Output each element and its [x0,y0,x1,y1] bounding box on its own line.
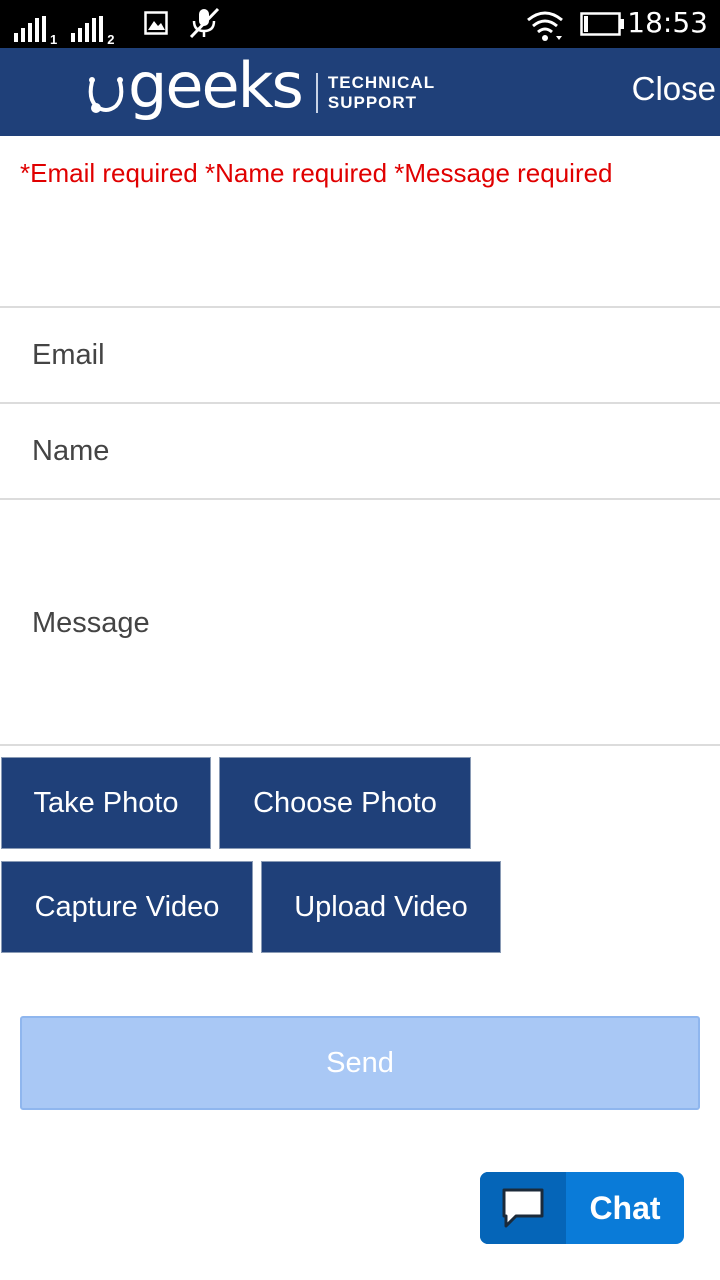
gallery-icon [144,11,168,35]
chat-button[interactable]: Chat [480,1172,684,1244]
take-photo-button[interactable]: Take Photo [1,757,211,849]
capture-video-button[interactable]: Capture Video [1,861,253,953]
name-field[interactable] [0,404,720,498]
logo-subtitle: TECHNICAL SUPPORT [328,73,435,113]
sim1-label: 1 [50,32,58,47]
app-header: geeks TECHNICAL SUPPORT Close [0,48,720,136]
name-field-row [0,402,720,498]
wifi-icon [527,11,563,41]
signal-sim1-icon [14,16,46,42]
close-button[interactable]: Close [632,70,716,108]
status-left: 1 2 [14,8,124,46]
send-button[interactable]: Send [20,1016,700,1110]
mute-mic-icon [189,7,220,39]
chat-label: Chat [589,1189,661,1226]
speech-bubble-icon [502,1188,544,1228]
email-field[interactable] [0,308,720,402]
battery-icon [580,12,624,36]
geeks-logo: geeks TECHNICAL SUPPORT [86,49,435,128]
message-field-row [0,498,720,746]
status-bar: 1 2 18:53 [0,0,720,48]
logo-subtitle-line2: SUPPORT [327,93,418,112]
chat-icon-box [480,1172,566,1244]
logo-wordmark: geeks [128,49,304,122]
upload-video-button[interactable]: Upload Video [261,861,501,953]
validation-errors: *Email required *Name required *Message … [20,158,613,188]
stethoscope-icon [88,77,124,113]
message-field[interactable] [0,500,720,744]
clock: 18:53 [627,6,708,39]
signal-sim2-icon [71,16,104,42]
logo-divider [315,73,318,113]
email-field-row [0,306,720,402]
sim2-label: 2 [107,32,115,47]
choose-photo-button[interactable]: Choose Photo [219,757,471,849]
logo-subtitle-line1: TECHNICAL [327,73,436,92]
